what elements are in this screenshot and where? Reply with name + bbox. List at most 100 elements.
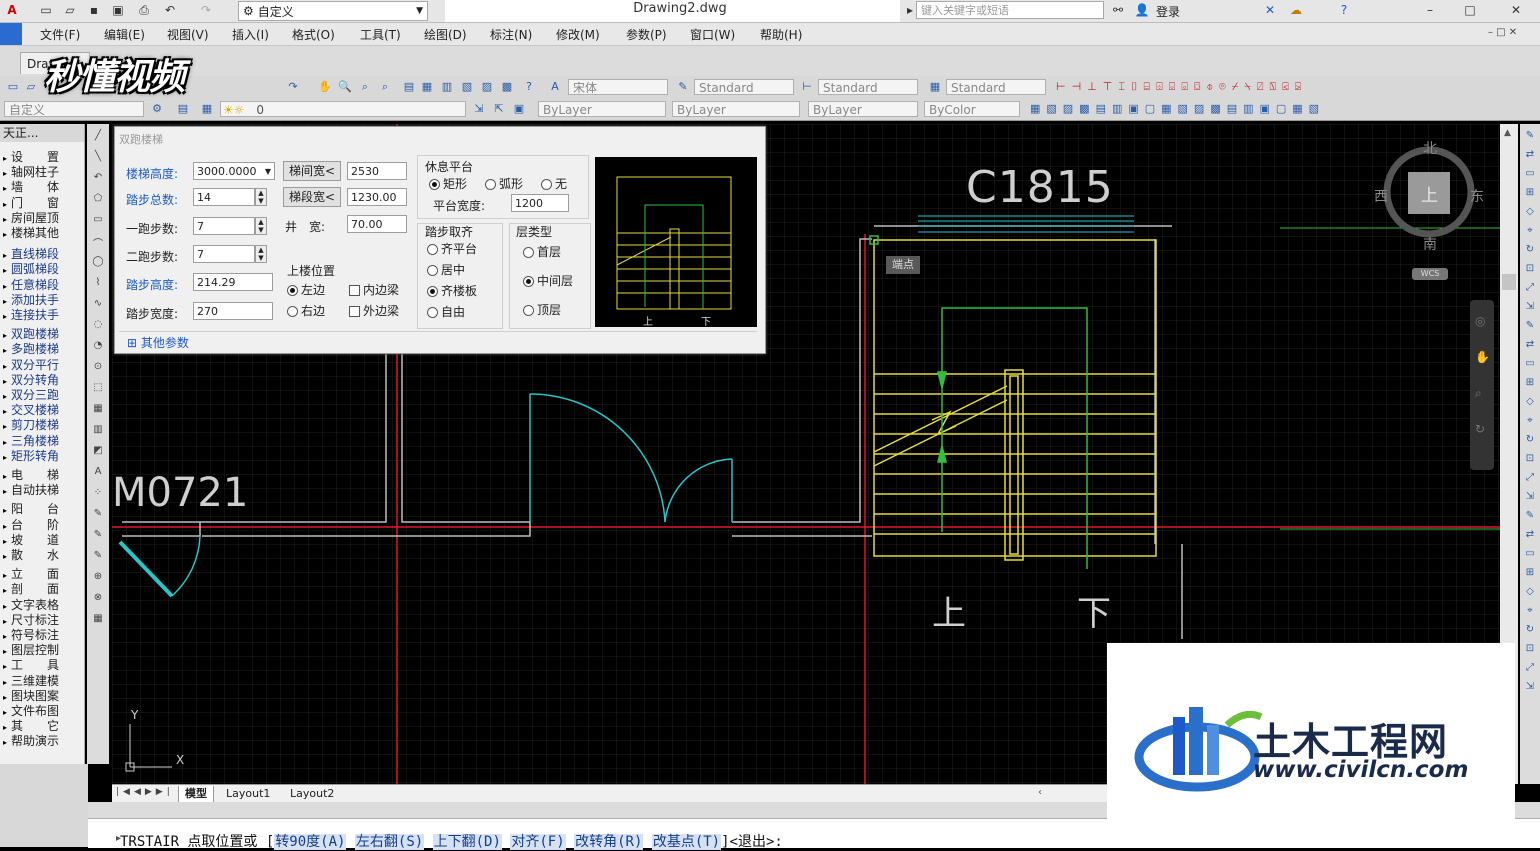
dimension-toolbar-icons[interactable]: ⊢⊣⊥⊤⌶⌷⌸⌹⌺⌻⌼⌽⌾⌿⍀⍁⍂⍃⍄ — [1056, 80, 1526, 94]
draw-tool-icon[interactable]: ◯ — [90, 256, 106, 270]
pan-icon[interactable]: ✋ — [318, 80, 332, 94]
panel-item[interactable]: ▸ 散 水 — [3, 548, 83, 563]
draw-tool-icon[interactable]: ⊙ — [90, 361, 106, 375]
menu-file[interactable]: 文件(F) — [40, 26, 80, 43]
login-link[interactable]: 登录 — [1156, 3, 1180, 20]
align-slab-radio[interactable]: 齐楼板 — [427, 282, 477, 299]
panel-item[interactable]: ▸ 坡 道 — [3, 533, 83, 548]
flight-width-pick-button[interactable]: 梯段宽< — [283, 187, 341, 207]
save-as-icon[interactable]: ▣ — [110, 2, 126, 18]
tab-layout1[interactable]: Layout1 — [220, 786, 276, 802]
modify-tool-icon[interactable]: ✎ — [1522, 130, 1538, 144]
pan-nav-icon[interactable]: ✋ — [1475, 350, 1490, 364]
draw-tool-icon[interactable]: ⊕ — [90, 571, 106, 585]
zoom-window-icon[interactable]: ⌕ — [358, 80, 372, 94]
minimize-icon[interactable]: – — [1422, 2, 1438, 18]
menu-window[interactable]: 窗口(W) — [690, 26, 735, 43]
plotstyle-select[interactable]: ByColor — [924, 101, 1020, 117]
modify-tool-icon[interactable]: ⌖ — [1522, 225, 1538, 239]
modify-tool-icon[interactable]: ⊞ — [1522, 567, 1538, 581]
text-style-icon[interactable]: A — [548, 80, 562, 94]
panel-item[interactable]: ▸ 轴网柱子 — [3, 165, 83, 180]
undo-icon[interactable]: ↶ — [162, 2, 178, 18]
modify-tool-icon[interactable]: ⇄ — [1522, 339, 1538, 353]
menu-parametric[interactable]: 参数(P) — [626, 26, 667, 43]
landing-arc-radio[interactable]: 弧形 — [485, 175, 523, 192]
design-center-icon[interactable]: ▦ — [420, 80, 434, 94]
steering-wheel-icon[interactable]: ◎ — [1475, 314, 1485, 328]
menu-modify[interactable]: 修改(M) — [556, 26, 600, 43]
redo-icon[interactable]: ↷ — [198, 2, 214, 18]
sheet-set-icon[interactable]: ▧ — [460, 80, 474, 94]
draw-tool-icon[interactable]: ▥ — [90, 424, 106, 438]
modify-tool-icon[interactable]: ▭ — [1522, 548, 1538, 562]
draw-tool-icon[interactable]: ✎ — [90, 550, 106, 564]
print-icon[interactable]: ⎙ — [136, 2, 152, 18]
panel-item[interactable]: ▸ 任意梯段 — [3, 278, 83, 293]
panel-item[interactable]: ▸ 自动扶梯 — [3, 483, 83, 498]
workspace-select[interactable]: ⚙ 自定义 ▼ — [238, 1, 428, 21]
menu-insert[interactable]: 插入(I) — [232, 26, 269, 43]
menu-draw[interactable]: 绘图(D) — [424, 26, 467, 43]
command-option[interactable]: 上下翻(D) — [432, 834, 502, 850]
viewcube[interactable]: 北 南 东 西 上 WCS — [1370, 134, 1488, 284]
linetype-select[interactable]: ByLayer — [672, 101, 800, 117]
modify-tool-icon[interactable]: ⇲ — [1522, 301, 1538, 315]
panel-item[interactable]: ▸ 尺寸标注 — [3, 613, 83, 628]
layer-select[interactable]: ☀☼ 0 — [220, 101, 466, 117]
color-select[interactable]: ByLayer — [538, 101, 666, 117]
run2-spinner[interactable]: ▲ ▼ — [255, 245, 267, 263]
zoom-realtime-icon[interactable]: 🔍 — [338, 80, 352, 94]
panel-item[interactable]: ▸ 圆弧梯段 — [3, 262, 83, 277]
orbit-nav-icon[interactable]: ↻ — [1475, 422, 1485, 436]
modify-tool-icon[interactable]: ⇲ — [1522, 491, 1538, 505]
new-file-icon[interactable]: ▭ — [38, 2, 54, 18]
draw-tool-icon[interactable]: ╱ — [90, 130, 106, 144]
modify-tool-icon[interactable]: ↻ — [1522, 434, 1538, 448]
panel-item[interactable]: ▸ 工 具 — [3, 658, 83, 673]
flight-width-input[interactable]: 1230.00 — [347, 188, 407, 206]
panel-item[interactable]: ▸ 三维建模 — [3, 674, 83, 689]
open-file-icon[interactable]: ▱ — [62, 2, 78, 18]
draw-tool-icon[interactable]: ↶ — [90, 172, 106, 186]
menu-help[interactable]: 帮助(H) — [760, 26, 802, 43]
align-center-radio[interactable]: 居中 — [427, 261, 465, 278]
user-icon[interactable]: 👤 — [1134, 2, 1150, 18]
zoom-previous-icon[interactable]: ⌕ — [378, 80, 392, 94]
lineweight-select[interactable]: ByLayer — [808, 101, 918, 117]
wcs-menu[interactable]: WCS — [1412, 268, 1448, 280]
layer-properties-icon[interactable]: ▦ — [200, 102, 214, 116]
stair-height-input[interactable]: 3000.0000 ▼ — [193, 162, 275, 180]
outer-beam-checkbox[interactable]: 外边梁 — [349, 302, 399, 319]
tangent-toolbar-icons[interactable]: ▦▧▨▩▤▥▣▢▦▧▨▩▤▥▣▢▦▧ — [1030, 102, 1440, 116]
open-icon[interactable]: ▱ — [24, 80, 38, 94]
command-option[interactable]: 改基点(T) — [651, 834, 722, 850]
panel-item[interactable]: ▸ 双跑楼梯 — [3, 327, 83, 342]
panel-item[interactable]: ▸ 图块图案 — [3, 689, 83, 704]
run1-spinner[interactable]: ▲ ▼ — [255, 217, 267, 235]
make-current-icon[interactable]: ⇲ — [472, 102, 486, 116]
compass-south[interactable]: 南 — [1423, 234, 1437, 254]
total-steps-input[interactable]: 14 — [193, 188, 255, 206]
navigation-bar[interactable]: ◎ ✋ ⌕ ↻ — [1470, 300, 1494, 470]
floor-top-radio[interactable]: 顶层 — [523, 301, 561, 318]
tab-model[interactable]: 模型 — [178, 786, 214, 803]
modify-tool-icon[interactable]: ⌖ — [1522, 415, 1538, 429]
stair-width-input[interactable]: 2530 — [347, 162, 407, 180]
viewcube-top-face[interactable]: 上 — [1421, 181, 1438, 206]
panel-item[interactable]: ▸ 直线梯段 — [3, 247, 83, 262]
landing-width-input[interactable]: 1200 — [511, 194, 569, 212]
panel-item[interactable]: ▸ 三角楼梯 — [3, 434, 83, 449]
menu-window-controls[interactable]: – □ ✕ — [1488, 27, 1517, 38]
panel-item[interactable]: ▸ 连接扶手 — [3, 308, 83, 323]
stair-width-pick-button[interactable]: 梯间宽< — [283, 161, 341, 181]
binoculars-icon[interactable]: ⚯ — [1110, 2, 1126, 18]
panel-item[interactable]: ▸ 立 面 — [3, 567, 83, 582]
modify-tool-icon[interactable]: ⊞ — [1522, 187, 1538, 201]
up-right-radio[interactable]: 右边 — [287, 302, 325, 319]
modify-tool-icon[interactable]: ⤢ — [1522, 282, 1538, 296]
panel-item[interactable]: ▸ 其 它 — [3, 719, 83, 734]
draw-tool-icon[interactable]: ⬚ — [90, 382, 106, 396]
layer-states-icon[interactable]: ▣ — [512, 102, 526, 116]
panel-item[interactable]: ▸ 交叉楼梯 — [3, 403, 83, 418]
